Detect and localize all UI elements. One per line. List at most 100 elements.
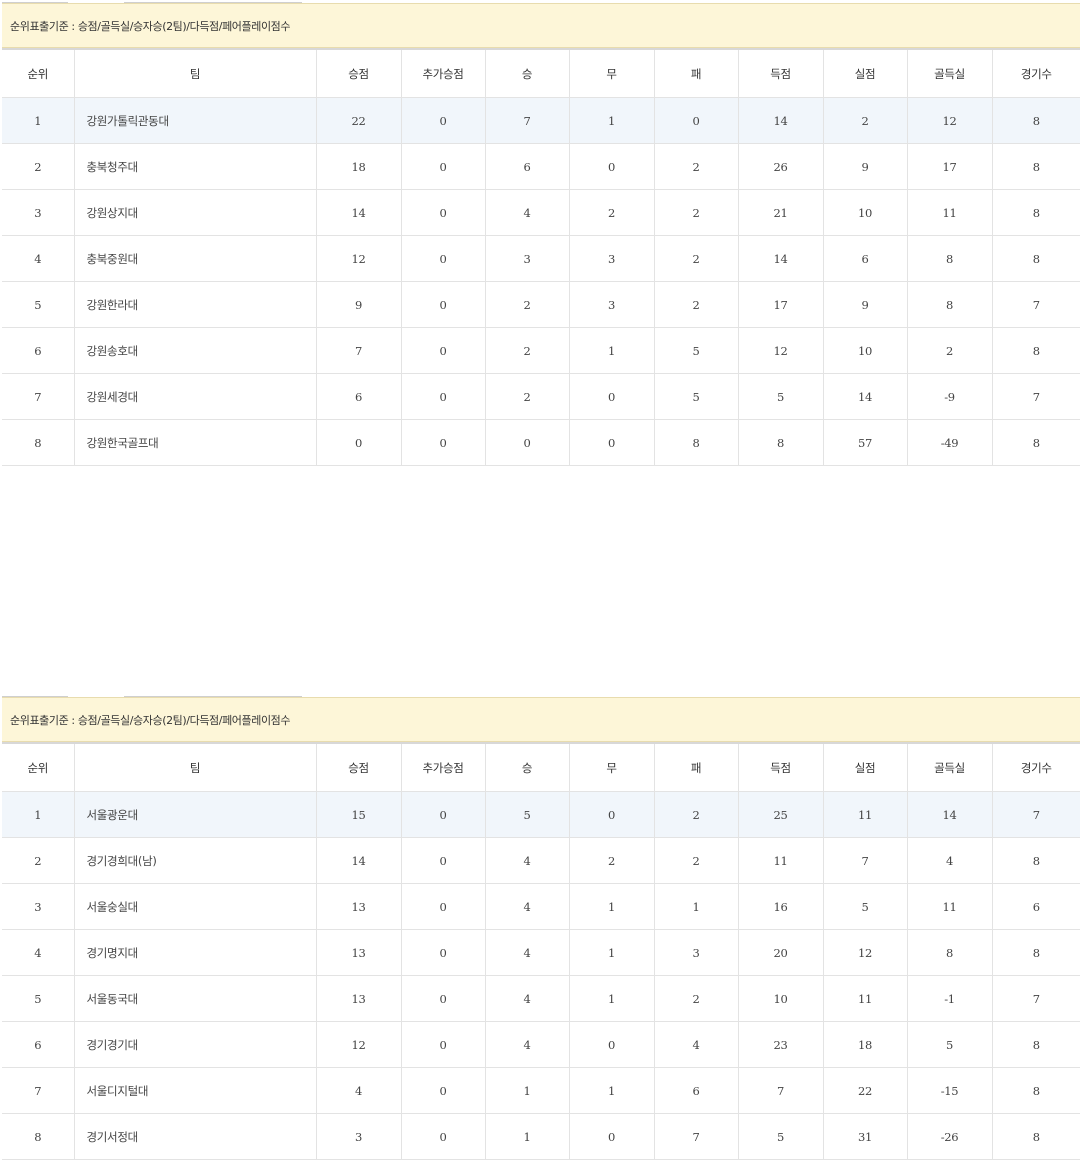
table-cell: 1 [568,929,654,976]
table-cell: 0 [568,1021,654,1068]
table-cell: 0 [400,837,485,884]
table-cell: 6 [822,235,907,282]
table-cell: 11 [906,189,992,236]
column-header: 경기수 [991,48,1080,98]
table-cell: 0 [400,327,485,374]
table-cell: 9 [315,281,401,328]
header-row: 순위 팀 승점 추가승점 승 무 패 득점 실점 골득실 경기수 [2,48,1080,98]
table-cell: 1 [568,975,654,1022]
table-cell: 31 [822,1113,907,1160]
column-header: 순위 [2,742,74,792]
table-cell: 4 [484,883,569,930]
table-row: 4 충북중원대 12 0 3 3 2 14 6 8 8 [2,235,1080,282]
team-name: 강원상지대 [73,189,316,236]
column-header: 추가승점 [400,742,485,792]
table-row: 6 강원송호대 7 0 2 1 5 12 10 2 8 [2,327,1080,374]
table-cell: 5 [2,975,74,1022]
table-cell: 8 [991,419,1080,466]
team-name: 충북청주대 [73,143,316,190]
team-name: 강원한라대 [73,281,316,328]
table-cell: 0 [400,1021,485,1068]
table-cell: 11 [906,883,992,930]
table-cell: 5 [2,281,74,328]
table-row: 7 서울디지털대 4 0 1 1 6 7 22 -15 8 [2,1067,1080,1114]
header-row: 순위 팀 승점 추가승점 승 무 패 득점 실점 골득실 경기수 [2,742,1080,792]
table-cell: 11 [737,837,823,884]
team-name: 강원한국골프대 [73,419,316,466]
table-cell: 0 [568,373,654,420]
table-cell: 2 [653,143,738,190]
table-cell: 8 [991,327,1080,374]
table-cell: 23 [737,1021,823,1068]
table-cell: 8 [2,1113,74,1160]
table-cell: 6 [653,1067,738,1114]
standings-section-1: 순위표출기준 : 승점/골득실/승자승(2팀)/다득점/페어플레이점수 순위 팀 승… [2,0,1080,466]
table-cell: 8 [991,1021,1080,1068]
table-cell: 0 [400,929,485,976]
table-cell: 4 [315,1067,401,1114]
table-cell: 1 [568,97,654,144]
table-cell: 3 [484,235,569,282]
table-cell: 16 [737,883,823,930]
table-cell: 20 [737,929,823,976]
table-row: 2 경기경희대(남) 14 0 4 2 2 11 7 4 8 [2,837,1080,884]
table-cell: 25 [737,791,823,838]
team-name: 경기경기대 [73,1021,316,1068]
table-cell: 13 [315,929,401,976]
table-cell: 8 [737,419,823,466]
tab-underline [214,2,302,3]
table-cell: 5 [484,791,569,838]
table-cell: 4 [484,837,569,884]
table-cell: 7 [315,327,401,374]
table-cell: 7 [991,791,1080,838]
table-cell: 2 [653,975,738,1022]
table-cell: 4 [484,189,569,236]
table-row: 3 서울숭실대 13 0 4 1 1 16 5 11 6 [2,883,1080,930]
table-cell: 12 [906,97,992,144]
table-cell: 12 [737,327,823,374]
table-cell: 0 [484,419,569,466]
table-cell: 1 [653,883,738,930]
tab-strip [2,0,1080,3]
table-cell: 8 [991,235,1080,282]
team-name: 서울동국대 [73,975,316,1022]
table-cell: 11 [822,975,907,1022]
table-cell: -26 [906,1113,992,1160]
column-header: 득점 [737,742,823,792]
table-cell: 21 [737,189,823,236]
table-cell: 8 [991,929,1080,976]
table-row: 1 서울광운대 15 0 5 0 2 25 11 14 7 [2,791,1080,838]
table-cell: 26 [737,143,823,190]
ranking-criteria: 순위표출기준 : 승점/골득실/승자승(2팀)/다득점/페어플레이점수 [2,697,1080,742]
table-cell: 5 [653,327,738,374]
table-cell: 4 [906,837,992,884]
table-cell: 2 [568,189,654,236]
ranking-criteria: 순위표출기준 : 승점/골득실/승자승(2팀)/다득점/페어플레이점수 [2,3,1080,48]
table-cell: 8 [653,419,738,466]
table-cell: 6 [484,143,569,190]
table-row: 7 강원세경대 6 0 2 0 5 5 14 -9 7 [2,373,1080,420]
table-row: 6 경기경기대 12 0 4 0 4 23 18 5 8 [2,1021,1080,1068]
table-cell: 2 [484,373,569,420]
table-cell: 6 [2,1021,74,1068]
table-cell: 0 [568,1113,654,1160]
table-cell: 0 [400,235,485,282]
table-cell: 9 [822,143,907,190]
table-row: 5 서울동국대 13 0 4 1 2 10 11 -1 7 [2,975,1080,1022]
table-cell: 15 [315,791,401,838]
table-cell: 11 [822,791,907,838]
table-cell: 1 [484,1113,569,1160]
table-cell: 22 [315,97,401,144]
team-name: 서울디지털대 [73,1067,316,1114]
table-cell: 0 [400,883,485,930]
table-cell: 0 [568,419,654,466]
table-cell: 14 [737,235,823,282]
table-cell: 4 [2,235,74,282]
table-cell: 10 [737,975,823,1022]
column-header: 추가승점 [400,48,485,98]
column-header: 경기수 [991,742,1080,792]
table-row: 4 경기명지대 13 0 4 1 3 20 12 8 8 [2,929,1080,976]
table-cell: 7 [653,1113,738,1160]
table-cell: 8 [991,97,1080,144]
team-name: 강원가톨릭관동대 [73,97,316,144]
